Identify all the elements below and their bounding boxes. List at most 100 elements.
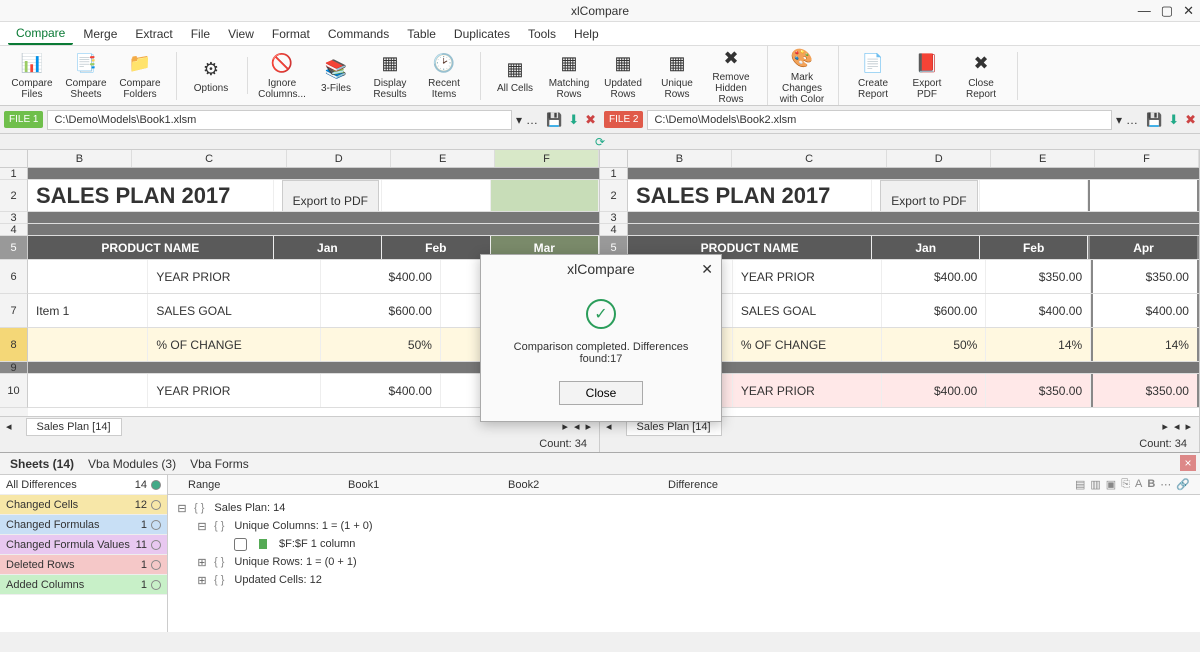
ribbon-icon: 🕑 bbox=[432, 52, 456, 76]
ribbon-all-cells[interactable]: ▦All Cells bbox=[491, 46, 539, 105]
menu-compare[interactable]: Compare bbox=[8, 23, 73, 45]
tree-node[interactable]: ⊞{ }Unique Rows: 1 = (0 + 1) bbox=[176, 553, 1192, 571]
menu-view[interactable]: View bbox=[220, 24, 262, 44]
minimize-button[interactable]: — bbox=[1138, 3, 1151, 19]
ribbon-display-results[interactable]: ▦DisplayResults bbox=[366, 52, 414, 100]
filter-deleted-rows[interactable]: Deleted Rows1 bbox=[0, 555, 167, 575]
menu-merge[interactable]: Merge bbox=[75, 24, 125, 44]
prev-sheet[interactable]: ◂ bbox=[0, 420, 18, 433]
radio-icon[interactable] bbox=[151, 580, 161, 590]
filter-changed-cells[interactable]: Changed Cells12 bbox=[0, 495, 167, 515]
dropdown-icon[interactable]: ▾ bbox=[1116, 113, 1122, 127]
ribbon-export-pdf[interactable]: 📕ExportPDF bbox=[903, 52, 951, 100]
ribbon-unique-rows[interactable]: ▦UniqueRows bbox=[653, 46, 701, 105]
count-left: Count: 34 bbox=[0, 436, 599, 452]
menu-tools[interactable]: Tools bbox=[520, 24, 564, 44]
menu-table[interactable]: Table bbox=[399, 24, 444, 44]
menu-file[interactable]: File bbox=[183, 24, 218, 44]
menu-duplicates[interactable]: Duplicates bbox=[446, 24, 518, 44]
ribbon-create-report[interactable]: 📄CreateReport bbox=[849, 52, 897, 100]
menu-extract[interactable]: Extract bbox=[127, 24, 180, 44]
ribbon-remove-hidden-rows[interactable]: ✖RemoveHidden Rows bbox=[707, 46, 755, 105]
tool-icon[interactable]: ▣ bbox=[1106, 478, 1116, 491]
ribbon-ignore-columns[interactable]: 🚫IgnoreColumns... bbox=[258, 52, 306, 100]
tree-node[interactable]: ⊞{ }Updated Cells: 12 bbox=[176, 571, 1192, 589]
export-icon[interactable]: ⬇ bbox=[568, 112, 579, 128]
tab-sheets[interactable]: Sheets (14) bbox=[10, 457, 74, 471]
ribbon-mark-changes-with-color[interactable]: 🎨Mark Changeswith Color bbox=[778, 46, 826, 105]
node-checkbox[interactable] bbox=[234, 538, 247, 551]
tree-node[interactable]: $F:$F 1 column bbox=[176, 535, 1192, 553]
ribbon-compare-sheets[interactable]: 📑CompareSheets bbox=[62, 52, 110, 100]
ribbon-icon: ✖ bbox=[719, 46, 743, 70]
radio-icon[interactable] bbox=[151, 540, 161, 550]
ribbon-compare-files[interactable]: 📊CompareFiles bbox=[8, 52, 56, 100]
ribbon-options[interactable]: ⚙Options bbox=[187, 57, 235, 94]
tab-vba-forms[interactable]: Vba Forms bbox=[190, 457, 249, 471]
filter-added-columns[interactable]: Added Columns1 bbox=[0, 575, 167, 595]
file1-path-input[interactable]: C:\Demo\Models\Book1.xlsm bbox=[47, 110, 512, 130]
tool-icon[interactable]: ▤ bbox=[1075, 478, 1085, 491]
save-icon[interactable]: 💾 bbox=[1146, 112, 1162, 128]
menu-commands[interactable]: Commands bbox=[320, 24, 397, 44]
ribbon-matching-rows[interactable]: ▦MatchingRows bbox=[545, 46, 593, 105]
tree-node[interactable]: ⊟{ }Unique Columns: 1 = (1 + 0) bbox=[176, 517, 1192, 535]
link-icon[interactable]: 🔗 bbox=[1176, 478, 1190, 491]
save-icon[interactable]: 💾 bbox=[546, 112, 562, 128]
radio-icon[interactable] bbox=[151, 500, 161, 510]
column-headers-right: B C D E F bbox=[600, 150, 1199, 168]
export-icon[interactable]: ⬇ bbox=[1168, 112, 1179, 128]
maximize-button[interactable]: ▢ bbox=[1161, 3, 1173, 19]
export-pdf-button[interactable]: Export to PDF bbox=[880, 180, 977, 211]
tool-icon[interactable]: ⎘ bbox=[1121, 478, 1130, 491]
radio-icon[interactable] bbox=[151, 560, 161, 570]
radio-icon[interactable] bbox=[151, 520, 161, 530]
ribbon-recent-items[interactable]: 🕑RecentItems bbox=[420, 52, 468, 100]
expand-icon[interactable]: ⊞ bbox=[196, 574, 208, 587]
more-icon[interactable]: … bbox=[1126, 113, 1138, 127]
close-file-icon[interactable]: ✖ bbox=[1185, 112, 1196, 128]
expand-icon[interactable]: ⊞ bbox=[196, 556, 208, 569]
radio-icon[interactable] bbox=[151, 480, 161, 490]
col-f[interactable]: F bbox=[495, 150, 599, 167]
col-c[interactable]: C bbox=[132, 150, 287, 167]
diff-main: Range Book1 Book2 Difference ▤▥ ▣⎘ AB ⋯🔗… bbox=[168, 475, 1200, 632]
filter-changed-formulas[interactable]: Changed Formulas1 bbox=[0, 515, 167, 535]
sync-icon[interactable]: ⟳ bbox=[595, 135, 605, 149]
dialog-close-button[interactable]: Close bbox=[559, 381, 644, 405]
ribbon-icon: ▦ bbox=[503, 57, 527, 81]
menu-help[interactable]: Help bbox=[566, 24, 607, 44]
filter-all-differences[interactable]: All Differences14 bbox=[0, 475, 167, 495]
export-pdf-button[interactable]: Export to PDF bbox=[282, 180, 379, 211]
close-window-button[interactable]: ✕ bbox=[1183, 3, 1194, 19]
ribbon-compare-folders[interactable]: 📁CompareFolders bbox=[116, 52, 164, 100]
sheet-tab[interactable]: Sales Plan [14] bbox=[26, 418, 122, 436]
more-icon[interactable]: … bbox=[526, 113, 538, 127]
expand-icon[interactable]: ⊟ bbox=[176, 502, 188, 515]
ribbon-updated-rows[interactable]: ▦UpdatedRows bbox=[599, 46, 647, 105]
filter-changed-formula-values[interactable]: Changed Formula Values11 bbox=[0, 535, 167, 555]
tool-icon[interactable]: ⋯ bbox=[1160, 478, 1171, 491]
tab-vba-modules[interactable]: Vba Modules (3) bbox=[88, 457, 176, 471]
column-headers-left: B C D E F bbox=[0, 150, 599, 168]
expand-icon[interactable]: ⊟ bbox=[196, 520, 208, 533]
ribbon-3-files[interactable]: 📚3-Files bbox=[312, 52, 360, 100]
col-d[interactable]: D bbox=[287, 150, 391, 167]
col-b[interactable]: B bbox=[28, 150, 132, 167]
dialog-title: xlCompare bbox=[567, 261, 635, 277]
diff-filter-sidebar: All Differences14Changed Cells12Changed … bbox=[0, 475, 168, 632]
tree-node[interactable]: ⊟{ }Sales Plan: 14 bbox=[176, 499, 1192, 517]
item-label[interactable]: Item 1 bbox=[28, 294, 148, 327]
bold-icon[interactable]: B bbox=[1147, 478, 1155, 491]
dialog-close-icon[interactable]: ✕ bbox=[701, 261, 713, 278]
file2-path-input[interactable]: C:\Demo\Models\Book2.xlsm bbox=[647, 110, 1112, 130]
ribbon-close-report[interactable]: ✖CloseReport bbox=[957, 52, 1005, 100]
close-file-icon[interactable]: ✖ bbox=[585, 112, 596, 128]
dropdown-icon[interactable]: ▾ bbox=[516, 113, 522, 127]
col-e[interactable]: E bbox=[391, 150, 495, 167]
tool-icon[interactable]: A bbox=[1135, 478, 1142, 491]
menu-format[interactable]: Format bbox=[264, 24, 318, 44]
ribbon-icon: ▦ bbox=[557, 52, 581, 76]
tool-icon[interactable]: ▥ bbox=[1090, 478, 1100, 491]
close-panel-button[interactable]: × bbox=[1180, 455, 1196, 471]
